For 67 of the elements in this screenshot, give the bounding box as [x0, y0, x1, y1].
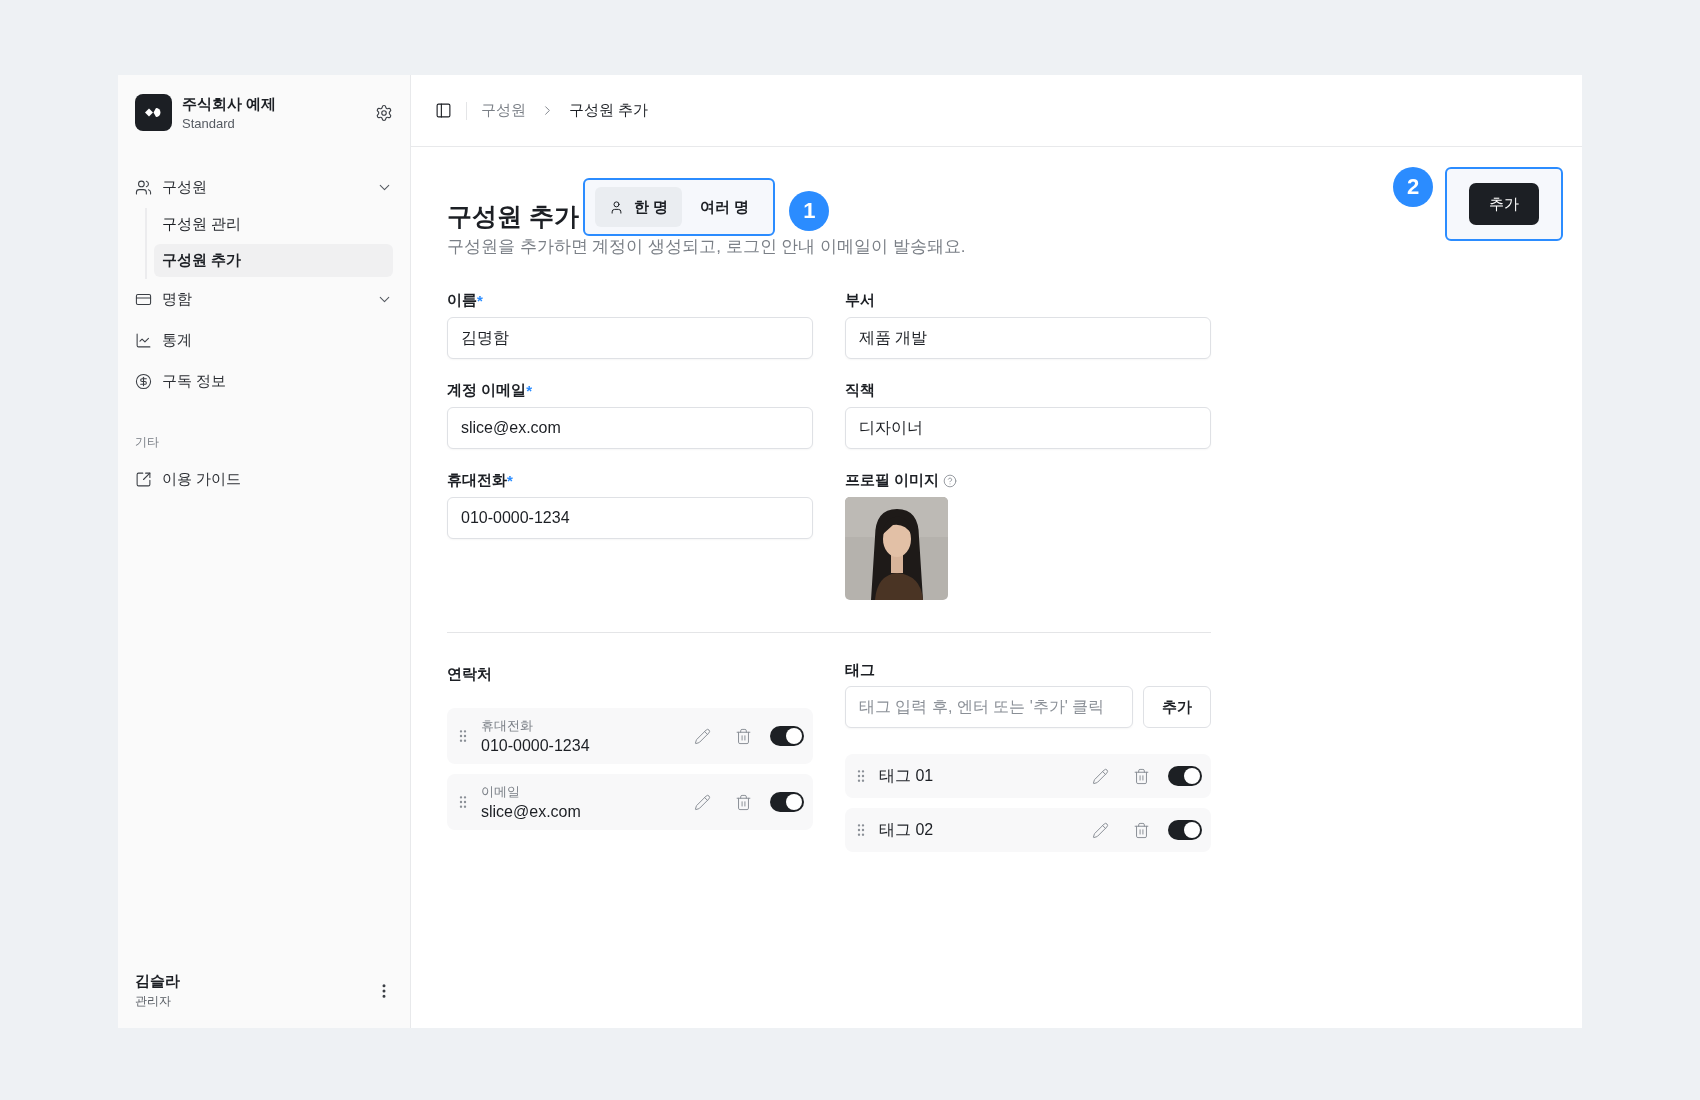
edit-icon[interactable] [1092, 767, 1109, 785]
mode-tab[interactable]: 한 명 [594, 187, 683, 227]
add-button[interactable]: 추가 [1469, 183, 1539, 225]
page-title: 구성원 추가 [447, 201, 579, 232]
step-badge: 2 [1393, 167, 1433, 207]
input-field[interactable]: 디자이너 [845, 407, 1211, 449]
tag-add-button[interactable]: 추가 [1143, 686, 1211, 728]
step-badge: 1 [789, 191, 830, 231]
breadcrumb-item[interactable]: 구성원 [481, 101, 526, 120]
nav-item[interactable]: 구성원 [135, 167, 393, 208]
required-mark: * [477, 292, 483, 309]
toggle-switch[interactable] [770, 726, 804, 746]
nav-item[interactable]: 구독 정보 [135, 361, 393, 402]
trash-icon[interactable] [1133, 767, 1150, 785]
input-field[interactable]: 김명함 [447, 317, 813, 359]
trash-icon[interactable] [1133, 821, 1150, 839]
nav-subitem[interactable]: 구성원 추가 [154, 244, 393, 277]
dollar-icon [135, 373, 152, 390]
toggle-switch[interactable] [770, 792, 804, 812]
contact-label: 이메일 [481, 783, 521, 801]
field-label: 이름 [447, 291, 477, 310]
nav-item[interactable]: 명함 [135, 279, 393, 320]
input-field[interactable]: slice@ex.com [447, 407, 813, 449]
tag-label: 태그 01 [879, 765, 935, 786]
toggle-switch[interactable] [1168, 820, 1202, 840]
page-description: 구성원을 추가하면 계정이 생성되고, 로그인 안내 이메일이 발송돼요. [447, 236, 967, 258]
contact-value: slice@ex.com [481, 803, 582, 821]
field-label: 계정 이메일 [447, 381, 527, 400]
contact-label: 휴대전화 [481, 717, 534, 735]
field-label: 부서 [845, 291, 875, 310]
nav-subitem[interactable]: 구성원 관리 [154, 208, 393, 241]
line-chart-icon [135, 332, 152, 349]
contact-value: 010-0000-1234 [481, 737, 591, 755]
nav-item[interactable]: 통계 [135, 320, 393, 361]
required-mark: * [507, 472, 513, 489]
trash-icon[interactable] [735, 727, 752, 745]
tag-label: 태그 02 [879, 819, 935, 840]
plan-label: Standard [182, 115, 236, 131]
input-field[interactable]: 제품 개발 [845, 317, 1211, 359]
user-name: 김슬라 [135, 972, 181, 991]
required-mark: * [526, 382, 532, 399]
external-link-icon [135, 471, 152, 488]
field-label: 프로필 이미지 [845, 471, 940, 490]
user-icon [608, 199, 624, 215]
help-icon[interactable] [943, 473, 958, 488]
card-icon [135, 291, 152, 308]
org-name: 주식회사 예제 [182, 94, 278, 114]
trash-icon[interactable] [735, 793, 752, 811]
logo [135, 94, 172, 131]
section-title: 태그 [845, 661, 876, 680]
settings-icon[interactable] [375, 103, 393, 122]
field-label: 직책 [845, 381, 875, 400]
field-label: 휴대전화 [447, 471, 507, 490]
breadcrumb-item: 구성원 추가 [569, 101, 649, 120]
sidebar-toggle-icon[interactable] [435, 102, 452, 119]
edit-icon[interactable] [694, 793, 711, 811]
toggle-switch[interactable] [1168, 766, 1202, 786]
section-label: 기타 [135, 434, 160, 451]
edit-icon[interactable] [1092, 821, 1109, 839]
mode-tab[interactable]: 여러 명 [686, 187, 764, 227]
nav-link[interactable]: 이용 가이드 [135, 459, 393, 500]
input-field[interactable]: 010-0000-1234 [447, 497, 813, 539]
users-icon [135, 179, 152, 196]
user-role: 관리자 [135, 993, 172, 1010]
edit-icon[interactable] [694, 727, 711, 745]
tag-input-field[interactable]: 태그 입력 후, 엔터 또는 '추가' 클릭 [845, 686, 1133, 728]
section-title: 연락처 [447, 665, 493, 684]
